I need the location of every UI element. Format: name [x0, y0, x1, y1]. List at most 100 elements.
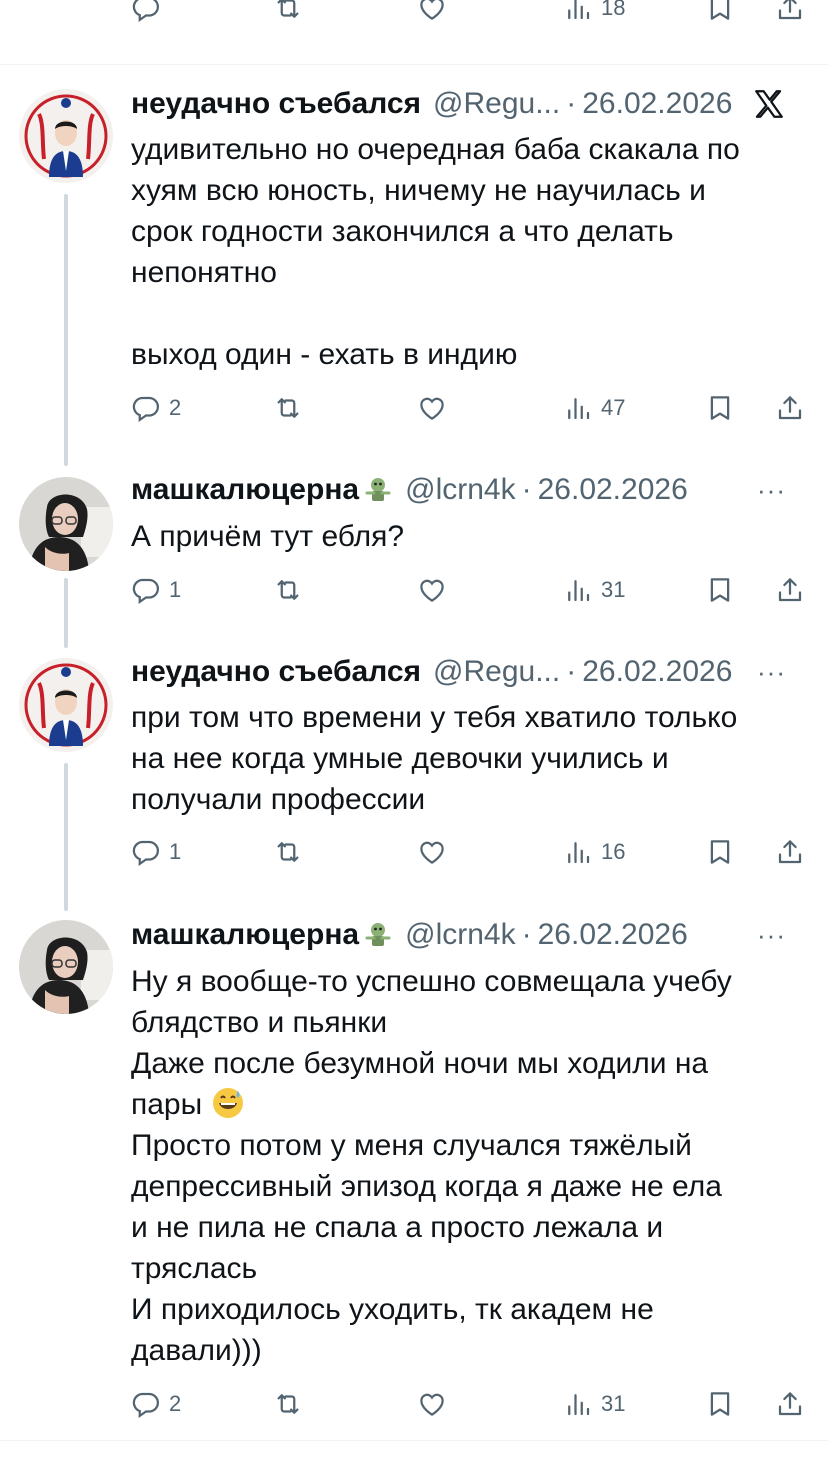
like-button[interactable]	[417, 1384, 447, 1424]
share-icon	[775, 393, 805, 423]
grinning-sweat-emoji-icon	[211, 1086, 245, 1120]
retweet-icon	[273, 837, 303, 867]
tweet-date[interactable]: 26.02.2026	[582, 655, 732, 689]
tweet-date[interactable]: 26.02.2026	[582, 87, 732, 121]
share-icon	[775, 575, 805, 605]
retweet-button[interactable]	[273, 570, 303, 610]
share-icon	[775, 1389, 805, 1419]
views-count: 18	[601, 0, 626, 20]
bookmark-button[interactable]	[705, 1384, 735, 1424]
more-icon[interactable]: ···	[757, 470, 786, 510]
share-button[interactable]	[775, 570, 805, 610]
bookmark-button[interactable]	[705, 832, 735, 872]
heart-icon	[417, 837, 447, 867]
user-handle[interactable]: @Regu...	[433, 87, 560, 121]
tweet-actions: 1 31	[131, 570, 811, 610]
tweet-header: машкалюцерна @lcrn4k · 26.02.2026 ···	[131, 915, 808, 955]
views-icon	[563, 575, 593, 605]
share-button[interactable]	[775, 388, 805, 428]
bookmark-button[interactable]	[705, 388, 735, 428]
views-button[interactable]: 16	[563, 832, 625, 872]
tweet-text: при том что времени у тебя хватило тольк…	[131, 701, 738, 816]
thread-line	[64, 578, 68, 648]
bookmark-icon	[705, 837, 735, 867]
tweet-text-part: Просто потом у меня случался тяжёлый деп…	[131, 1129, 722, 1367]
tweet-actions: 2 31	[131, 1384, 811, 1424]
reply-icon	[131, 837, 161, 867]
views-count: 47	[601, 395, 626, 420]
separator-dot: ·	[566, 87, 577, 120]
reply-count: 2	[169, 1391, 182, 1416]
share-icon	[775, 0, 805, 23]
share-button[interactable]	[775, 1384, 805, 1424]
display-name[interactable]: машкалюцерна	[131, 473, 359, 507]
tweet-date[interactable]: 26.02.2026	[538, 918, 688, 952]
views-button[interactable]: 31	[563, 570, 625, 610]
tweet-header: неудачно съебался @Regu... · 26.02.2026	[131, 84, 808, 124]
retweet-button[interactable]	[273, 388, 303, 428]
share-button[interactable]	[775, 0, 805, 28]
zombie-emoji-icon	[363, 920, 393, 950]
share-button[interactable]	[775, 832, 805, 872]
views-count: 16	[601, 839, 626, 864]
separator-dot: ·	[521, 918, 532, 951]
like-button[interactable]	[417, 832, 447, 872]
bookmark-icon	[705, 393, 735, 423]
user-handle[interactable]: @lcrn4k	[405, 473, 515, 507]
tweet-text: удивительно но очередная баба скакала по…	[131, 133, 740, 371]
more-icon[interactable]: ···	[757, 915, 786, 955]
reply-button[interactable]: 2	[131, 388, 181, 428]
views-count: 31	[601, 1391, 626, 1416]
bookmark-icon	[705, 0, 735, 23]
tweet-actions: 2 47	[131, 388, 811, 428]
heart-icon	[417, 393, 447, 423]
tweet-header: машкалюцерна @lcrn4k · 26.02.2026 ···	[131, 470, 808, 510]
display-name[interactable]: машкалюцерна	[131, 918, 359, 952]
views-button[interactable]: 18	[563, 0, 625, 28]
heart-icon	[417, 0, 447, 23]
retweet-icon	[273, 393, 303, 423]
bookmark-button[interactable]	[705, 0, 735, 28]
retweet-icon	[273, 1389, 303, 1419]
user-handle[interactable]: @Regu...	[433, 655, 560, 689]
tweet-text: А причём тут ебля?	[131, 520, 405, 553]
like-button[interactable]	[417, 570, 447, 610]
display-name[interactable]: неудачно съебался	[131, 655, 421, 689]
display-name[interactable]: неудачно съебался	[131, 87, 421, 121]
thread-line	[64, 194, 68, 466]
x-logo-icon	[752, 84, 786, 132]
tweet-header: неудачно съебался @Regu... · 26.02.2026 …	[131, 652, 808, 692]
divider	[0, 64, 828, 65]
user-handle[interactable]: @lcrn4k	[405, 918, 515, 952]
heart-icon	[417, 1389, 447, 1419]
avatar[interactable]	[19, 477, 113, 571]
reply-count: 1	[169, 839, 182, 864]
views-icon	[563, 837, 593, 867]
heart-icon	[417, 575, 447, 605]
retweet-button[interactable]	[273, 1384, 303, 1424]
reply-button[interactable]: 2	[131, 1384, 181, 1424]
retweet-button[interactable]	[273, 832, 303, 872]
bookmark-icon	[705, 1389, 735, 1419]
avatar[interactable]	[19, 89, 113, 183]
bookmark-button[interactable]	[705, 570, 735, 610]
reply-icon	[131, 393, 161, 423]
reply-icon	[131, 1389, 161, 1419]
avatar[interactable]	[19, 658, 113, 752]
like-button[interactable]	[417, 0, 447, 28]
like-button[interactable]	[417, 388, 447, 428]
views-button[interactable]: 31	[563, 1384, 625, 1424]
views-button[interactable]: 47	[563, 388, 625, 428]
reply-icon	[131, 575, 161, 605]
separator-dot: ·	[521, 473, 532, 506]
reply-button[interactable]: 1	[131, 570, 181, 610]
retweet-button[interactable]	[273, 0, 303, 28]
tweet-date[interactable]: 26.02.2026	[538, 473, 688, 507]
avatar[interactable]	[19, 920, 113, 1014]
more-icon[interactable]: ···	[757, 652, 786, 692]
views-icon	[563, 393, 593, 423]
share-icon	[775, 837, 805, 867]
separator-dot: ·	[566, 655, 577, 688]
reply-button[interactable]	[131, 0, 161, 28]
reply-button[interactable]: 1	[131, 832, 181, 872]
